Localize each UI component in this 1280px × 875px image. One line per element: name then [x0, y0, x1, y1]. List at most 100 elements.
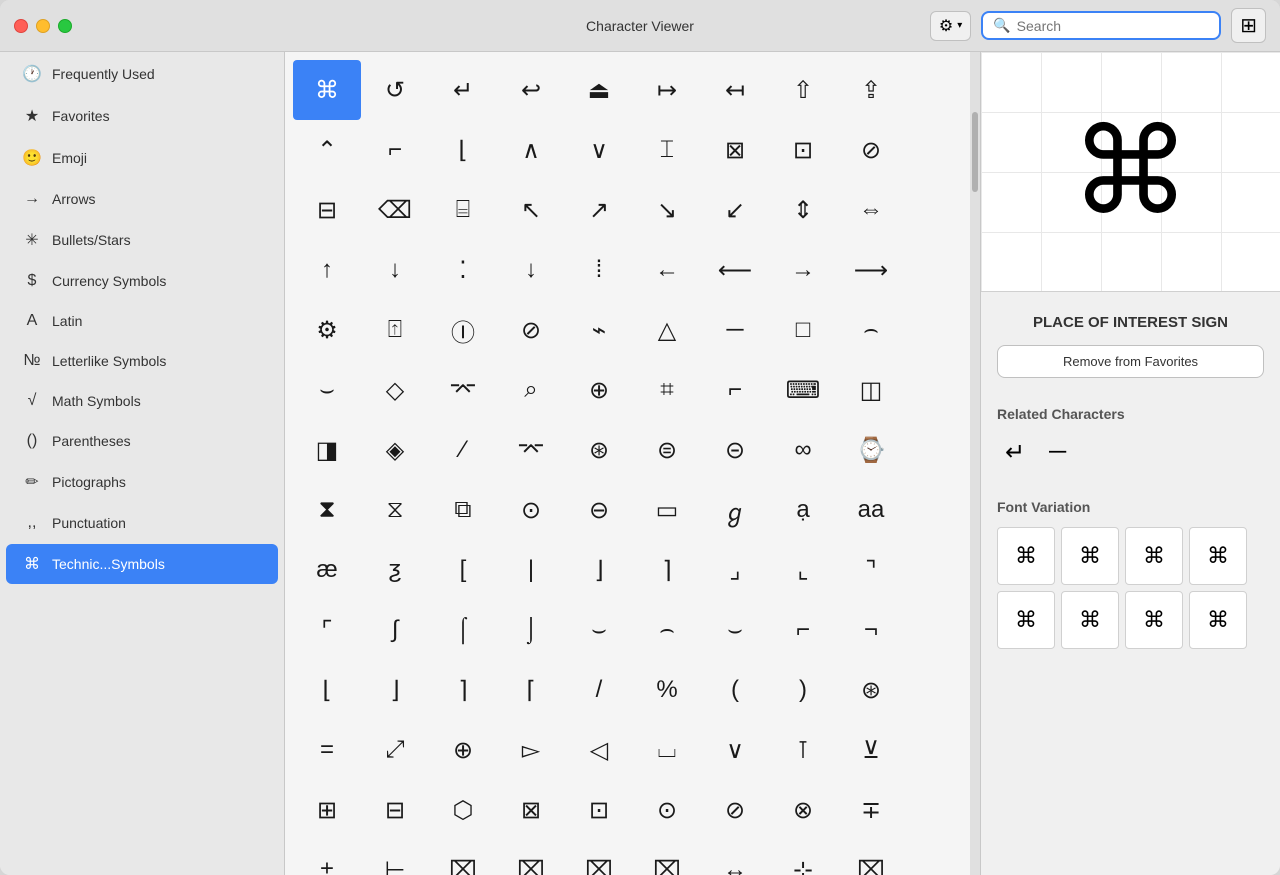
- char-cell[interactable]: ⊙: [633, 780, 701, 840]
- char-cell[interactable]: □: [769, 300, 837, 360]
- sidebar-item-letterlike[interactable]: № Letterlike Symbols: [6, 342, 278, 380]
- char-cell[interactable]: ⇔: [837, 180, 905, 240]
- char-cell[interactable]: ⌋: [361, 660, 429, 720]
- char-cell[interactable]: ⇧: [769, 60, 837, 120]
- char-cell[interactable]: △: [633, 300, 701, 360]
- char-cell[interactable]: ⌸: [429, 180, 497, 240]
- char-cell[interactable]: ⌕: [497, 360, 565, 420]
- char-cell[interactable]: ⌧: [837, 840, 905, 875]
- char-cell[interactable]: ∨: [701, 720, 769, 780]
- char-cell[interactable]: ↖: [497, 180, 565, 240]
- font-variation-item[interactable]: ⌘: [1189, 527, 1247, 585]
- char-cell[interactable]: Ⓘ: [429, 300, 497, 360]
- char-cell[interactable]: ⁚: [429, 240, 497, 300]
- font-variation-item[interactable]: ⌘: [1189, 591, 1247, 649]
- remove-favorites-button[interactable]: Remove from Favorites: [997, 345, 1264, 378]
- char-cell[interactable]: ⧖: [361, 480, 429, 540]
- font-variation-item[interactable]: ⌘: [1125, 527, 1183, 585]
- char-cell[interactable]: ↵: [429, 60, 497, 120]
- maximize-button[interactable]: [58, 19, 72, 33]
- sidebar-item-pictographs[interactable]: ✏ Pictographs: [6, 462, 278, 502]
- char-cell[interactable]: ◈: [361, 420, 429, 480]
- char-cell[interactable]: æ: [293, 540, 361, 600]
- char-cell[interactable]: ⊻: [837, 720, 905, 780]
- char-cell[interactable]: =: [293, 720, 361, 780]
- char-cell[interactable]: ↺: [361, 60, 429, 120]
- char-cell[interactable]: ⌤: [497, 420, 565, 480]
- sidebar-item-emoji[interactable]: 🙂 Emoji: [6, 138, 278, 178]
- sidebar-item-frequently-used[interactable]: 🕐 Frequently Used: [6, 54, 278, 94]
- char-cell[interactable]: ↓: [497, 240, 565, 300]
- related-char[interactable]: ─: [1041, 434, 1074, 471]
- char-cell[interactable]: ⌤: [429, 360, 497, 420]
- char-cell[interactable]: ⌧: [633, 840, 701, 875]
- char-cell[interactable]: ⍐: [361, 300, 429, 360]
- char-cell[interactable]: ↙: [701, 180, 769, 240]
- char-cell[interactable]: ∨: [565, 120, 633, 180]
- char-cell[interactable]: ¬: [837, 600, 905, 660]
- char-cell[interactable]: ⌗: [633, 360, 701, 420]
- char-cell[interactable]: ⌫: [361, 180, 429, 240]
- char-cell[interactable]: ƺ: [361, 540, 429, 600]
- char-cell[interactable]: ⌟: [701, 540, 769, 600]
- font-variation-item[interactable]: ⌘: [1125, 591, 1183, 649]
- char-cell[interactable]: ⌣: [701, 600, 769, 660]
- char-cell[interactable]: ◨: [293, 420, 361, 480]
- sidebar-item-parentheses[interactable]: () Parentheses: [6, 422, 278, 460]
- char-cell[interactable]: /: [565, 660, 633, 720]
- char-cell[interactable]: ∧: [497, 120, 565, 180]
- char-cell[interactable]: ⊹: [769, 840, 837, 875]
- char-cell[interactable]: ℊ: [701, 480, 769, 540]
- char-cell[interactable]: ⊕: [565, 360, 633, 420]
- char-cell[interactable]: ⇪: [837, 60, 905, 120]
- sidebar-item-favorites[interactable]: ★ Favorites: [6, 96, 278, 136]
- char-cell[interactable]: ↗: [565, 180, 633, 240]
- char-cell[interactable]: [: [429, 540, 497, 600]
- char-cell[interactable]: ⊡: [565, 780, 633, 840]
- char-cell[interactable]: ⌈: [497, 660, 565, 720]
- char-cell[interactable]: ∞: [769, 420, 837, 480]
- char-cell[interactable]: ⊛: [565, 420, 633, 480]
- char-cell[interactable]: ⊺: [769, 720, 837, 780]
- char-cell[interactable]: ⌣: [293, 360, 361, 420]
- char-cell[interactable]: ⧗: [293, 480, 361, 540]
- char-cell[interactable]: ⌶: [633, 120, 701, 180]
- char-cell[interactable]: ↦: [633, 60, 701, 120]
- char-cell[interactable]: ): [769, 660, 837, 720]
- char-cell[interactable]: ▻: [497, 720, 565, 780]
- char-cell[interactable]: ─: [701, 300, 769, 360]
- char-cell[interactable]: ⌞: [769, 540, 837, 600]
- char-cell[interactable]: (: [701, 660, 769, 720]
- char-cell[interactable]: ⌢: [837, 300, 905, 360]
- char-cell[interactable]: ⌃: [293, 120, 361, 180]
- char-cell[interactable]: ⧉: [429, 480, 497, 540]
- char-cell[interactable]: ↤: [701, 60, 769, 120]
- char-cell[interactable]: ⊗: [769, 780, 837, 840]
- char-cell[interactable]: ⌐: [701, 360, 769, 420]
- char-cell[interactable]: ⌢: [633, 600, 701, 660]
- char-cell[interactable]: ⌉: [429, 660, 497, 720]
- char-cell[interactable]: ⊖: [565, 480, 633, 540]
- char-cell[interactable]: ◫: [837, 360, 905, 420]
- char-cell[interactable]: ⊝: [701, 420, 769, 480]
- char-cell[interactable]: ⌘: [293, 60, 361, 120]
- char-cell[interactable]: ⌝: [837, 540, 905, 600]
- char-cell[interactable]: ⌴: [633, 720, 701, 780]
- char-cell[interactable]: ⊢: [361, 840, 429, 875]
- grid-view-button[interactable]: ⊞: [1231, 8, 1266, 43]
- char-cell[interactable]: ⌊: [293, 660, 361, 720]
- char-cell[interactable]: ⌁: [565, 300, 633, 360]
- related-char[interactable]: ↵: [997, 434, 1033, 471]
- sidebar-item-math[interactable]: √ Math Symbols: [6, 382, 278, 420]
- char-cell[interactable]: ⌠: [429, 600, 497, 660]
- char-cell[interactable]: ◇: [361, 360, 429, 420]
- char-cell[interactable]: ⌐: [361, 120, 429, 180]
- char-cell[interactable]: ⟶: [837, 240, 905, 300]
- settings-button[interactable]: ⚙ ▾: [930, 11, 971, 41]
- sidebar-item-bullets-stars[interactable]: ✳ Bullets/Stars: [6, 220, 278, 260]
- char-cell[interactable]: ⌧: [429, 840, 497, 875]
- char-cell[interactable]: %: [633, 660, 701, 720]
- char-cell[interactable]: ∕: [429, 420, 497, 480]
- char-cell[interactable]: ⌣: [565, 600, 633, 660]
- char-cell[interactable]: ▭: [633, 480, 701, 540]
